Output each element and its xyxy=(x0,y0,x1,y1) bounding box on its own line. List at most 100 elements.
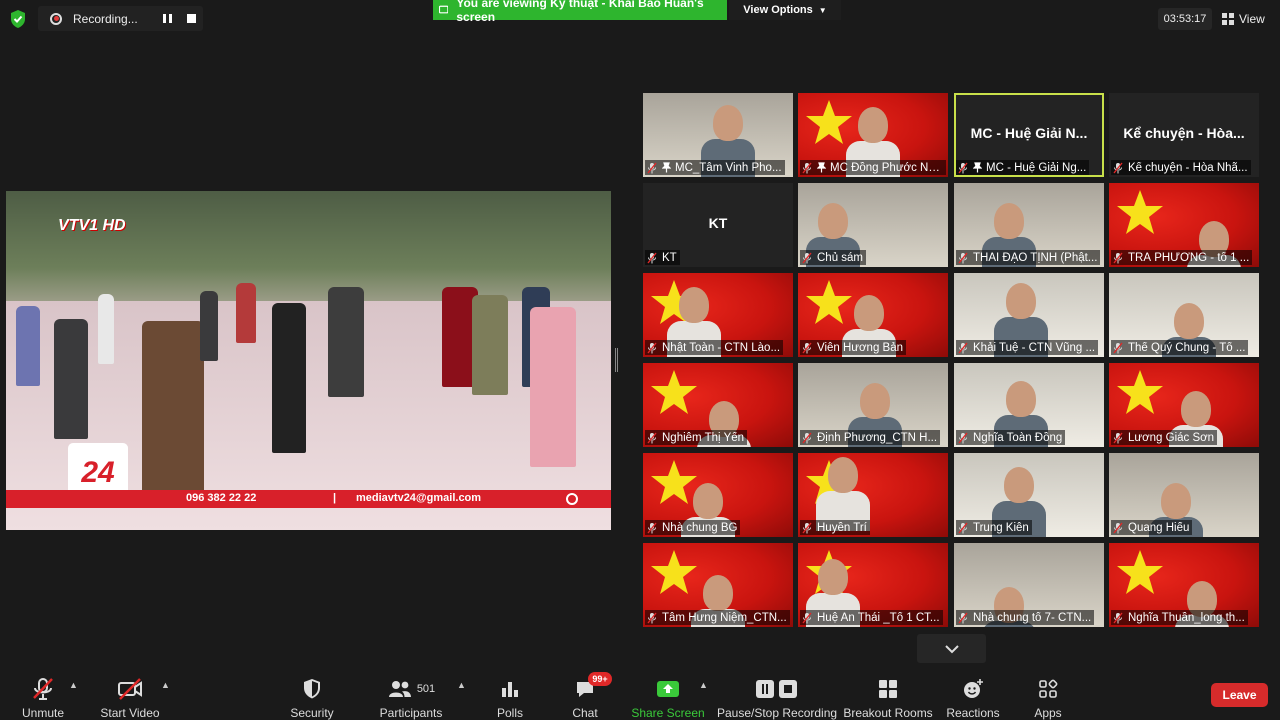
share-options-chevron-icon[interactable]: ▲ xyxy=(699,680,708,690)
participant-tile[interactable]: Khải Tuệ - CTN Vũng ... xyxy=(954,273,1104,357)
participant-nameplate: Lương Giác Sơn xyxy=(1111,430,1218,445)
shield-icon xyxy=(304,678,320,698)
participant-name: Định Phương_CTN H... xyxy=(817,431,938,444)
tv-phone: 096 382 22 22 xyxy=(186,492,257,504)
participant-tile[interactable]: Quang Hiếu xyxy=(1109,453,1259,537)
participant-face xyxy=(818,203,848,239)
apps-button[interactable]: Apps xyxy=(1032,668,1064,720)
participant-name: Huệ An Thái _Tổ 1 CT... xyxy=(817,611,940,624)
mic-muted-icon xyxy=(1113,342,1123,353)
participant-nameplate: KT xyxy=(645,250,680,265)
share-screen-button[interactable]: Share Screen xyxy=(631,668,705,720)
meeting-toolbar: Unmute ▲ Start Video ▲ Security 501 Part… xyxy=(0,668,1280,720)
person-figure xyxy=(98,294,114,364)
participant-nameplate: Kể chuyện - Hòa Nhã... xyxy=(1111,160,1251,175)
pause-recording-icon[interactable] xyxy=(163,14,173,24)
participant-nameplate: Nhật Toàn - CTN Lào... xyxy=(645,340,784,355)
participant-face xyxy=(1181,391,1211,427)
participants-options-chevron-icon[interactable]: ▲ xyxy=(457,680,466,690)
view-button[interactable]: View xyxy=(1222,8,1265,30)
participant-name: Nghiêm Thị Yến xyxy=(662,431,745,444)
polls-button[interactable]: Polls xyxy=(494,668,526,720)
participant-tile[interactable]: MC - Huệ Giải N... MC - Huệ Giải Ng... xyxy=(954,93,1104,177)
breakout-rooms-label: Breakout Rooms xyxy=(843,706,933,720)
participant-name: Nhà chung tổ 7- CTN... xyxy=(973,611,1092,624)
participant-name: Thể Quý Chung - Tổ ... xyxy=(1128,341,1246,354)
person-figure xyxy=(472,295,508,395)
participant-tile[interactable]: Thể Quý Chung - Tổ ... xyxy=(1109,273,1259,357)
participant-tile[interactable]: Nhà chung BG xyxy=(643,453,793,537)
participant-tile[interactable]: Huệ An Thái _Tổ 1 CT... xyxy=(798,543,948,627)
participant-tile[interactable]: TRÀ PHƯƠNG - tổ 1 ... xyxy=(1109,183,1259,267)
person-figure xyxy=(16,306,40,386)
channel-logo: VTV1 HD xyxy=(58,217,126,234)
mic-muted-icon xyxy=(1113,522,1123,533)
person-figure xyxy=(142,321,204,496)
participant-tile[interactable]: Huyền Trí xyxy=(798,453,948,537)
participant-tile[interactable]: Kể chuyện - Hòa... Kể chuyện - Hòa Nhã... xyxy=(1109,93,1259,177)
participant-face xyxy=(693,483,723,519)
breakout-rooms-button[interactable]: Breakout Rooms xyxy=(843,668,933,720)
participant-face xyxy=(703,575,733,611)
shield-check-icon[interactable] xyxy=(8,9,28,29)
participant-tile[interactable]: Nghĩa Thuần_long th... xyxy=(1109,543,1259,627)
participant-nameplate: MC Đồng Phước Nghĩa xyxy=(800,160,946,175)
participant-tile[interactable]: Nghĩa Toàn Đồng xyxy=(954,363,1104,447)
shared-screen[interactable]: VTV1 HD 24 096 382 22 22 | mediavtv24@gm… xyxy=(6,191,611,530)
share-screen-label: Share Screen xyxy=(631,706,705,720)
start-video-label: Start Video xyxy=(100,706,160,720)
participant-tile[interactable]: Nghiêm Thị Yến xyxy=(643,363,793,447)
participants-button[interactable]: 501 Participants xyxy=(380,668,442,720)
participant-nameplate: Khải Tuệ - CTN Vũng ... xyxy=(956,340,1099,355)
reactions-button[interactable]: Reactions xyxy=(946,668,1000,720)
participant-name: Quang Hiếu xyxy=(1128,521,1190,534)
participant-tile[interactable]: THÁI ĐẠO TỊNH (Phật... xyxy=(954,183,1104,267)
participant-tile[interactable]: Lương Giác Sơn xyxy=(1109,363,1259,447)
participant-display-name: KT xyxy=(708,215,728,231)
participant-tile[interactable]: Nhà chung tổ 7- CTN... xyxy=(954,543,1104,627)
participant-name: Nghĩa Thuần_long th... xyxy=(1128,611,1245,624)
participant-tile[interactable]: Nhật Toàn - CTN Lào... xyxy=(643,273,793,357)
pin-icon xyxy=(817,162,826,173)
mic-muted-icon xyxy=(802,432,812,443)
split-handle[interactable] xyxy=(615,348,618,372)
participant-name: Nghĩa Toàn Đồng xyxy=(973,431,1063,444)
recording-label: Recording... xyxy=(73,11,138,26)
start-video-button[interactable]: Start Video xyxy=(100,668,160,720)
participant-tile[interactable]: MC_Tâm Vinh Pho... xyxy=(643,93,793,177)
gallery-next-button[interactable] xyxy=(917,634,986,663)
participant-face xyxy=(858,107,888,143)
participant-face xyxy=(854,295,884,331)
pause-stop-recording-button[interactable]: Pause/Stop Recording xyxy=(717,668,837,720)
participant-name: Lương Giác Sơn xyxy=(1128,431,1215,444)
chevron-down-icon: ▼ xyxy=(818,5,827,15)
participants-icon xyxy=(388,680,411,697)
participant-nameplate: Nghĩa Thuần_long th... xyxy=(1111,610,1248,625)
video-options-chevron-icon[interactable]: ▲ xyxy=(161,680,170,690)
participant-tile[interactable]: KT KT xyxy=(643,183,793,267)
view-options-button[interactable]: View Options ▼ xyxy=(729,0,841,20)
participant-nameplate: Nghĩa Toàn Đồng xyxy=(956,430,1066,445)
participant-tile[interactable]: Trung Kiên xyxy=(954,453,1104,537)
participant-tile[interactable]: Chủ sám xyxy=(798,183,948,267)
mic-muted-icon xyxy=(647,612,657,623)
view-options-label: View Options xyxy=(743,4,813,16)
leave-button[interactable]: Leave xyxy=(1211,683,1268,707)
grid-view-icon xyxy=(1222,13,1234,25)
participant-tile[interactable]: Định Phương_CTN H... xyxy=(798,363,948,447)
chat-unread-badge: 99+ xyxy=(588,672,612,686)
stop-recording-icon[interactable] xyxy=(187,14,196,23)
unmute-button[interactable]: Unmute xyxy=(18,668,68,720)
participant-name: MC - Huệ Giải Ng... xyxy=(986,161,1087,174)
participant-face xyxy=(713,105,743,141)
participant-nameplate: Huệ An Thái _Tổ 1 CT... xyxy=(800,610,943,625)
security-button[interactable]: Security xyxy=(287,668,337,720)
participant-tile[interactable]: MC Đồng Phước Nghĩa xyxy=(798,93,948,177)
recording-indicator: Recording... xyxy=(38,6,203,31)
participant-face xyxy=(679,287,709,323)
audio-options-chevron-icon[interactable]: ▲ xyxy=(69,680,78,690)
participant-tile[interactable]: Tâm Hưng Niệm_CTN... xyxy=(643,543,793,627)
mic-muted-icon xyxy=(647,522,657,533)
record-ring-icon xyxy=(566,493,578,505)
participant-tile[interactable]: Viên Hương Bản xyxy=(798,273,948,357)
